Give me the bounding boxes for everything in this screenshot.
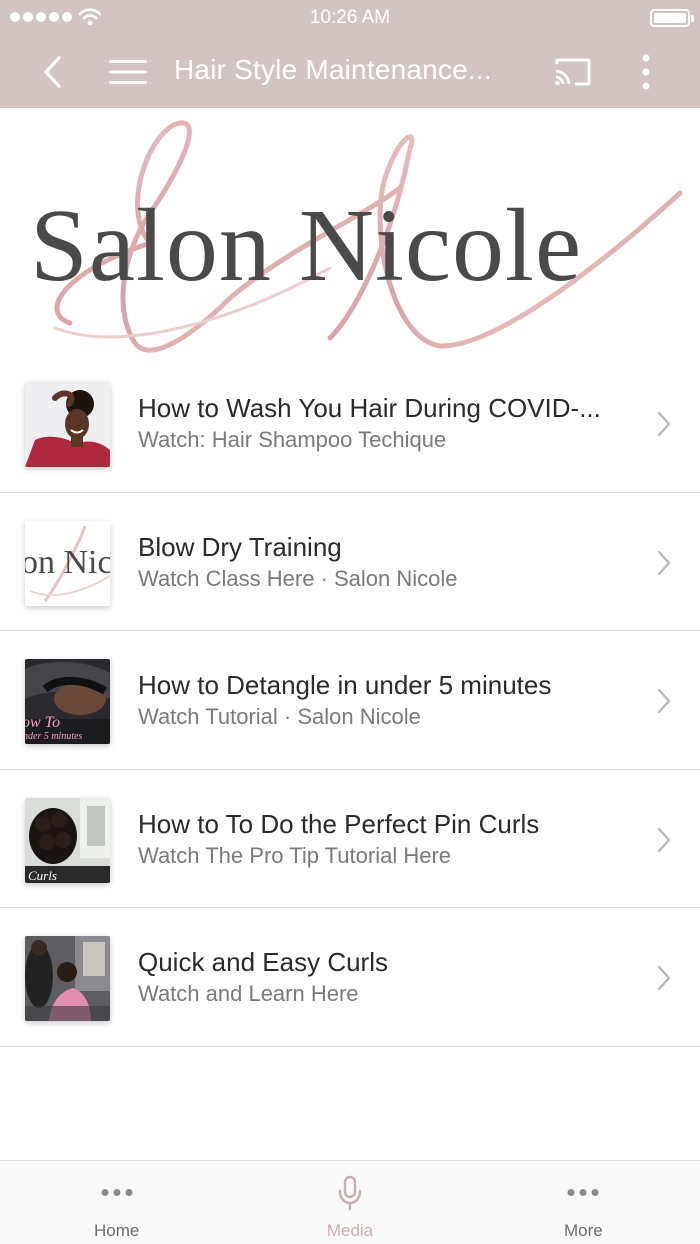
more-options-button[interactable] bbox=[626, 50, 666, 94]
item-title: Quick and Easy Curls bbox=[138, 947, 388, 977]
item-title: How to Detangle in under 5 minutes bbox=[138, 670, 552, 700]
video-thumbnail: ow To nder 5 minutes bbox=[25, 659, 110, 744]
chevron-right-icon bbox=[657, 965, 671, 991]
chevron-right-icon bbox=[657, 827, 671, 852]
back-button[interactable] bbox=[30, 50, 74, 94]
thumbnail-text: Curls bbox=[28, 868, 57, 883]
tab-more[interactable]: More bbox=[467, 1161, 700, 1244]
logo-wordmark: Salon Nicole bbox=[30, 188, 583, 303]
chevron-right-icon bbox=[657, 688, 671, 714]
app-header: 10:26 AM Hair Style Maintenance... bbox=[0, 0, 700, 108]
media-list: How to Wash You Hair During COVID-... Wa… bbox=[0, 354, 700, 1047]
cast-button[interactable] bbox=[548, 50, 598, 94]
tab-label: Media bbox=[326, 1221, 374, 1240]
navigation-bar: Hair Style Maintenance... bbox=[0, 36, 700, 108]
ellipsis-icon bbox=[101, 1189, 133, 1196]
hamburger-menu-icon bbox=[109, 60, 147, 84]
tab-bar: Home Media More bbox=[0, 1160, 700, 1244]
item-subtitle: Watch and Learn Here bbox=[138, 981, 359, 1006]
list-item[interactable]: ow To nder 5 minutes How to Detangle in … bbox=[0, 631, 700, 770]
thumbnail-text: nder 5 minutes bbox=[25, 731, 83, 742]
vertical-ellipsis-icon bbox=[642, 54, 650, 90]
item-title: How to Wash You Hair During COVID-... bbox=[138, 393, 601, 423]
thumbnail-text: ow To bbox=[25, 714, 60, 731]
battery-icon bbox=[650, 9, 694, 27]
item-subtitle: Watch The Pro Tip Tutorial Here bbox=[138, 842, 452, 868]
list-item[interactable]: on Nic Blow Dry Training Watch Class Her… bbox=[0, 493, 700, 631]
tab-label: More bbox=[563, 1221, 603, 1240]
item-subtitle: Watch Tutorial · Salon Nicole bbox=[138, 704, 421, 729]
video-thumbnail: on Nic bbox=[25, 520, 110, 606]
status-bar: 10:26 AM bbox=[0, 0, 700, 36]
chevron-left-icon bbox=[44, 56, 61, 88]
salon-logo-banner: Salon Nicole bbox=[0, 108, 700, 354]
chevron-right-icon bbox=[657, 550, 671, 575]
tab-label: Home bbox=[93, 1221, 140, 1240]
video-thumbnail bbox=[25, 936, 110, 1021]
status-time: 10:26 AM bbox=[309, 7, 391, 28]
list-item[interactable]: Curls How to To Do the Perfect Pin Curls… bbox=[0, 770, 700, 908]
tab-media[interactable]: Media bbox=[233, 1161, 466, 1244]
thumbnail-text: on Nic bbox=[25, 544, 110, 581]
chevron-right-icon bbox=[657, 411, 671, 437]
menu-button[interactable] bbox=[106, 50, 150, 94]
cast-icon bbox=[555, 58, 591, 86]
item-title: Blow Dry Training bbox=[138, 531, 342, 562]
video-thumbnail: Curls bbox=[25, 797, 110, 883]
page-title: Hair Style Maintenance... bbox=[174, 54, 492, 85]
list-item[interactable]: How to Wash You Hair During COVID-... Wa… bbox=[0, 354, 700, 493]
list-item[interactable]: Quick and Easy Curls Watch and Learn Her… bbox=[0, 908, 700, 1047]
tab-home[interactable]: Home bbox=[0, 1161, 233, 1244]
video-thumbnail bbox=[25, 382, 110, 467]
item-subtitle: Watch Class Here · Salon Nicole bbox=[138, 565, 458, 591]
item-title: How to To Do the Perfect Pin Curls bbox=[138, 808, 540, 839]
microphone-icon bbox=[338, 1175, 362, 1211]
ellipsis-icon bbox=[567, 1189, 599, 1196]
item-subtitle: Watch: Hair Shampoo Techique bbox=[138, 427, 447, 452]
